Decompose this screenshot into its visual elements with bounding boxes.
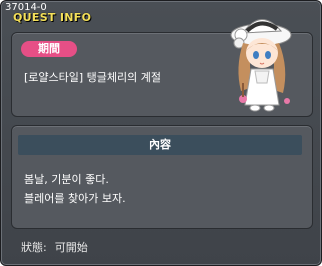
quest-status: 狀態: 可開始: [21, 239, 96, 255]
status-label: 狀態:: [21, 241, 47, 254]
content-line: 블레어를 찾아가 보자.: [24, 192, 126, 205]
status-value: 可開始: [54, 241, 88, 254]
content-header: 內容: [18, 135, 302, 155]
quest-name: [로얄스타일] 탱글체리의 계절: [24, 71, 162, 84]
period-badge: 期間: [21, 41, 77, 57]
window-title: QUEST INFO: [13, 11, 92, 24]
npc-girl-white-hat-icon: [230, 19, 292, 112]
quest-content-panel: 內容 봄날, 기분이 좋다. 블레어를 찾아가 보자.: [11, 125, 313, 229]
content-line: 봄날, 기분이 좋다.: [24, 173, 109, 186]
quest-info-window: 37014-0 QUEST INFO 期間 [로얄스타일] 탱글체리의 계절 內…: [0, 0, 322, 266]
